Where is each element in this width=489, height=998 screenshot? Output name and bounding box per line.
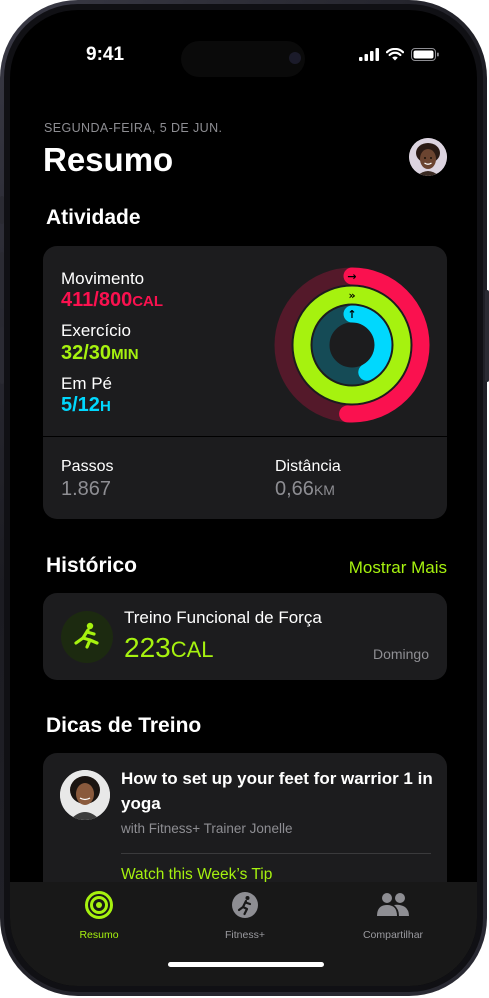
battery-icon xyxy=(411,48,439,61)
status-time: 9:41 xyxy=(86,44,125,65)
tab-fitness-plus-label: Fitness+ xyxy=(225,929,265,941)
tab-summary[interactable]: Resumo xyxy=(39,890,159,941)
trainer-photo xyxy=(60,770,110,820)
exercise-value: 32/30MIN xyxy=(61,342,139,364)
history-section-title: Histórico xyxy=(46,554,138,577)
cellular-signal-icon xyxy=(359,48,379,61)
distance-label: Distância xyxy=(275,458,341,475)
steps-value: 1.867 xyxy=(61,478,112,500)
fitness-plus-icon xyxy=(232,892,258,918)
show-more-link[interactable]: Mostrar Mais xyxy=(349,558,447,578)
tip-divider xyxy=(121,853,431,854)
trainer-portrait-icon xyxy=(60,770,110,820)
power-button xyxy=(485,290,489,382)
exercise-label: Exercício xyxy=(61,321,131,340)
workout-icon-badge xyxy=(61,611,113,663)
move-ring-arrow-icon: → xyxy=(347,270,356,283)
workout-calories: 223CAL xyxy=(124,632,214,663)
summary-date: SEGUNDA-FEIRA, 5 DE JUN. xyxy=(44,121,223,135)
tab-bar: Resumo Fitness+ Compartilhar xyxy=(10,882,477,986)
page-title: Resumo xyxy=(43,141,174,178)
screen: 9:41 SEGUNDA-FEIRA, 5 DE JUN. Resumo Ati… xyxy=(10,10,477,986)
activity-rings-icon xyxy=(85,891,113,919)
volume-up-button xyxy=(0,252,4,310)
tab-sharing[interactable]: Compartilhar xyxy=(333,890,453,941)
tab-fitness-plus[interactable]: Fitness+ xyxy=(185,890,305,941)
workout-title: Treino Funcional de Força xyxy=(124,608,322,627)
tip-title: How to set up your feet for warrior 1 in… xyxy=(121,769,433,813)
workout-card[interactable]: Treino Funcional de Força 223CAL Domingo xyxy=(43,593,447,680)
move-value: 411/800CAL xyxy=(61,289,164,311)
distance-value: 0,66KM xyxy=(275,478,335,500)
move-label: Movimento xyxy=(61,269,145,288)
tips-section-title: Dicas de Treino xyxy=(46,714,202,737)
tip-subtitle: with Fitness+ Trainer Jonelle xyxy=(121,821,293,836)
stand-label: Em Pé xyxy=(61,374,113,393)
activity-divider xyxy=(43,436,447,437)
stand-ring-arrow-icon: ↑ xyxy=(347,308,356,321)
activity-card[interactable]: Movimento 411/800CAL Exercício 32/30MIN … xyxy=(43,246,447,519)
wifi-icon xyxy=(386,48,404,61)
volume-down-button xyxy=(0,326,4,384)
tab-sharing-label: Compartilhar xyxy=(362,929,424,941)
dynamic-island xyxy=(181,41,305,77)
workout-day: Domingo xyxy=(372,646,429,662)
stand-value: 5/12H xyxy=(61,394,111,416)
steps-label: Passos xyxy=(61,458,114,475)
tab-summary-label: Resumo xyxy=(79,929,119,941)
home-indicator xyxy=(168,962,324,967)
status-icons xyxy=(359,48,439,61)
action-button xyxy=(0,196,4,224)
memoji-avatar-icon xyxy=(409,138,447,176)
activity-section-title: Atividade xyxy=(46,206,141,229)
functional-strength-icon xyxy=(74,622,99,649)
exercise-ring-arrow-icon: » xyxy=(348,289,355,302)
camera-icon xyxy=(289,52,301,64)
profile-avatar[interactable] xyxy=(409,138,447,176)
activity-rings: → » ↑ xyxy=(274,267,430,423)
sharing-icon xyxy=(377,893,409,916)
